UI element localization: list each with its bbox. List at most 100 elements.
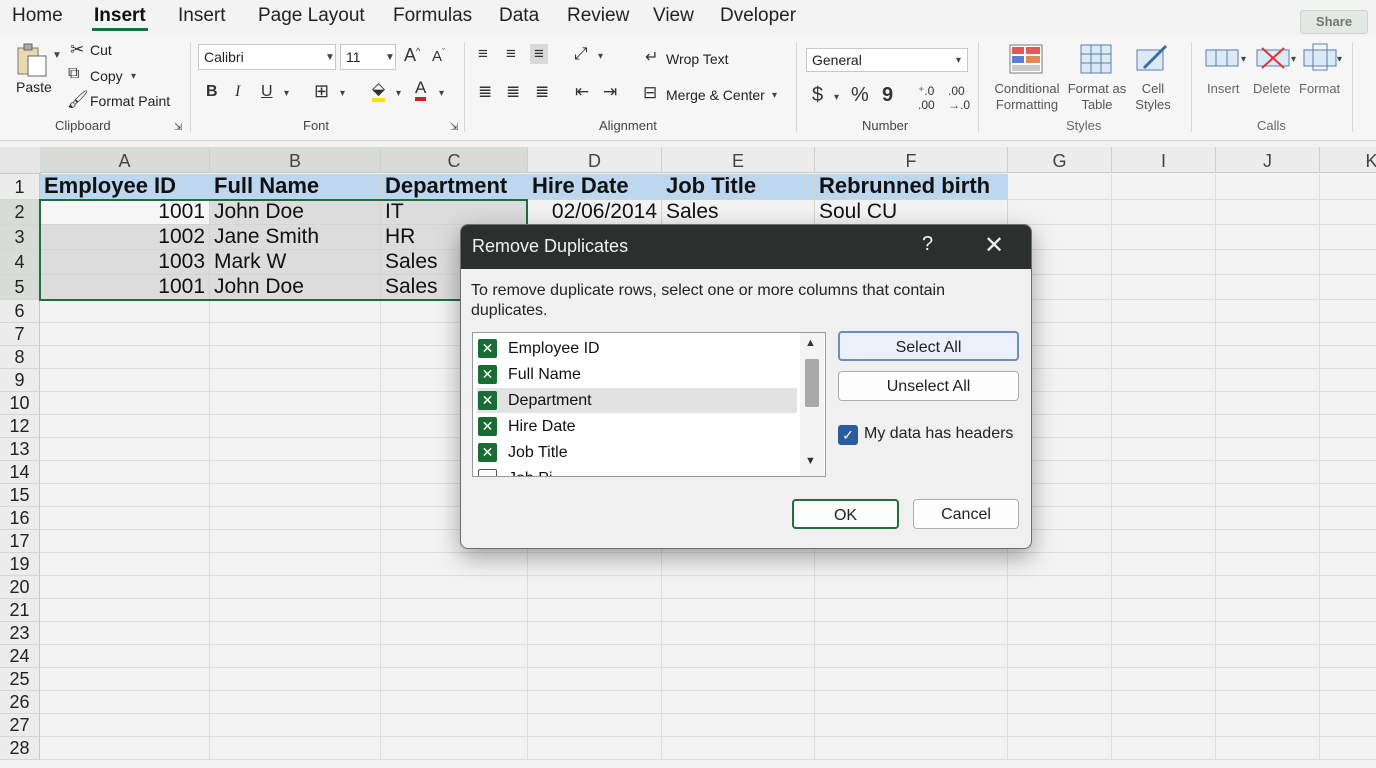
empty-cell[interactable]	[1320, 576, 1376, 599]
empty-cell[interactable]	[210, 392, 381, 415]
paste-chevron-down-icon[interactable]: ▼	[52, 50, 62, 61]
font-color-icon[interactable]: A	[415, 79, 427, 101]
align-top-icon[interactable]: ≡	[478, 44, 488, 64]
empty-cell[interactable]	[1216, 714, 1320, 737]
empty-cell[interactable]	[40, 369, 210, 392]
empty-cell[interactable]	[40, 530, 210, 553]
row-header[interactable]: 6	[0, 300, 40, 323]
column-option-full-name[interactable]: ✕ Full Name	[477, 362, 797, 387]
empty-cell[interactable]	[381, 553, 528, 576]
cell-a1[interactable]: Employee ID	[40, 174, 210, 200]
align-right-icon[interactable]: ≣	[535, 82, 549, 102]
empty-cell[interactable]	[1008, 691, 1112, 714]
empty-cell[interactable]	[210, 691, 381, 714]
empty-cell[interactable]	[1320, 599, 1376, 622]
cell-b3[interactable]: Jane Smith	[210, 225, 381, 250]
empty-cell[interactable]	[1320, 300, 1376, 323]
empty-cell[interactable]	[815, 691, 1008, 714]
empty-cell[interactable]	[815, 714, 1008, 737]
empty-cell[interactable]	[40, 645, 210, 668]
empty-cell[interactable]	[210, 461, 381, 484]
decrease-decimal-icon[interactable]: .00 →.0	[948, 84, 970, 112]
row-header[interactable]: 27	[0, 714, 40, 737]
empty-cell[interactable]	[1112, 200, 1216, 225]
empty-cell[interactable]	[662, 576, 815, 599]
empty-cell[interactable]	[1112, 369, 1216, 392]
empty-cell[interactable]	[1320, 438, 1376, 461]
column-option-job-title[interactable]: ✕ Job Title	[477, 440, 797, 465]
row-header[interactable]: 10	[0, 392, 40, 415]
orientation-chevron-down-icon[interactable]: ▾	[598, 51, 603, 62]
decrease-indent-icon[interactable]: ⇤	[575, 82, 589, 102]
empty-cell[interactable]	[210, 645, 381, 668]
empty-cell[interactable]	[1320, 530, 1376, 553]
empty-cell[interactable]	[381, 714, 528, 737]
empty-cell[interactable]	[1112, 438, 1216, 461]
empty-cell[interactable]	[1216, 200, 1320, 225]
row-header[interactable]: 12	[0, 415, 40, 438]
tab-data[interactable]: Data	[499, 5, 539, 27]
empty-cell[interactable]	[381, 645, 528, 668]
empty-cell[interactable]	[815, 645, 1008, 668]
empty-cell[interactable]	[210, 415, 381, 438]
empty-cell[interactable]	[1216, 225, 1320, 250]
empty-cell[interactable]	[40, 668, 210, 691]
column-header-j[interactable]: J	[1216, 147, 1320, 173]
cell-a4[interactable]: 1003	[40, 250, 210, 275]
empty-cell[interactable]	[1216, 323, 1320, 346]
empty-cell[interactable]	[1216, 438, 1320, 461]
empty-cell[interactable]	[1320, 415, 1376, 438]
empty-cell[interactable]	[1320, 622, 1376, 645]
empty-cell[interactable]	[1320, 369, 1376, 392]
tab-view[interactable]: View	[653, 5, 694, 27]
underline-icon[interactable]: U	[261, 83, 273, 101]
copy-button[interactable]: Copy	[90, 68, 123, 84]
empty-cell[interactable]	[40, 438, 210, 461]
empty-cell[interactable]	[1216, 461, 1320, 484]
empty-cell[interactable]	[1008, 645, 1112, 668]
empty-cell[interactable]	[210, 484, 381, 507]
row-header[interactable]: 15	[0, 484, 40, 507]
empty-cell[interactable]	[1216, 415, 1320, 438]
empty-cell[interactable]	[662, 553, 815, 576]
checkbox-checked-icon[interactable]: ✕	[478, 443, 497, 462]
cut-icon[interactable]: ✂	[70, 40, 84, 60]
empty-cell[interactable]	[40, 507, 210, 530]
tab-developer[interactable]: Dveloper	[720, 5, 796, 27]
select-all-corner[interactable]	[0, 147, 41, 174]
insert-cells-icon[interactable]	[1205, 46, 1239, 70]
empty-cell[interactable]	[381, 737, 528, 760]
empty-cell[interactable]	[1008, 553, 1112, 576]
empty-cell[interactable]	[40, 323, 210, 346]
checkbox-unchecked-icon[interactable]	[478, 469, 497, 476]
empty-cell[interactable]	[1216, 300, 1320, 323]
help-icon[interactable]: ?	[922, 233, 933, 256]
empty-cell[interactable]	[662, 714, 815, 737]
copy-icon[interactable]: ⧉	[68, 65, 79, 83]
select-all-button[interactable]: Select All	[838, 331, 1019, 361]
fill-color-chevron-down-icon[interactable]: ▾	[396, 88, 401, 99]
align-left-icon[interactable]: ≣	[478, 82, 492, 102]
format-chevron-down-icon[interactable]: ▾	[1337, 54, 1342, 65]
borders-icon[interactable]: ⊞	[314, 81, 329, 102]
orientation-icon[interactable]: ⤢	[574, 44, 588, 64]
empty-cell[interactable]	[1112, 737, 1216, 760]
empty-cell[interactable]	[1320, 225, 1376, 250]
empty-cell[interactable]	[662, 645, 815, 668]
empty-cell[interactable]	[40, 392, 210, 415]
cut-button[interactable]: Cut	[90, 42, 112, 58]
empty-cell[interactable]	[1008, 714, 1112, 737]
empty-cell[interactable]	[1112, 576, 1216, 599]
empty-cell[interactable]	[210, 300, 381, 323]
cell-a5[interactable]: 1001	[40, 275, 210, 300]
align-bottom-icon[interactable]: ≡	[530, 44, 548, 64]
row-header[interactable]: 16	[0, 507, 40, 530]
dialog-titlebar[interactable]: Remove Duplicates ? ✕	[461, 225, 1031, 269]
empty-cell[interactable]	[815, 599, 1008, 622]
empty-cell[interactable]	[528, 622, 662, 645]
empty-cell[interactable]	[1112, 484, 1216, 507]
font-size-chevron-down-icon[interactable]: ▼	[385, 52, 395, 63]
empty-cell[interactable]	[210, 438, 381, 461]
column-header-b[interactable]: B	[210, 147, 381, 173]
italic-icon[interactable]: I	[235, 83, 240, 101]
